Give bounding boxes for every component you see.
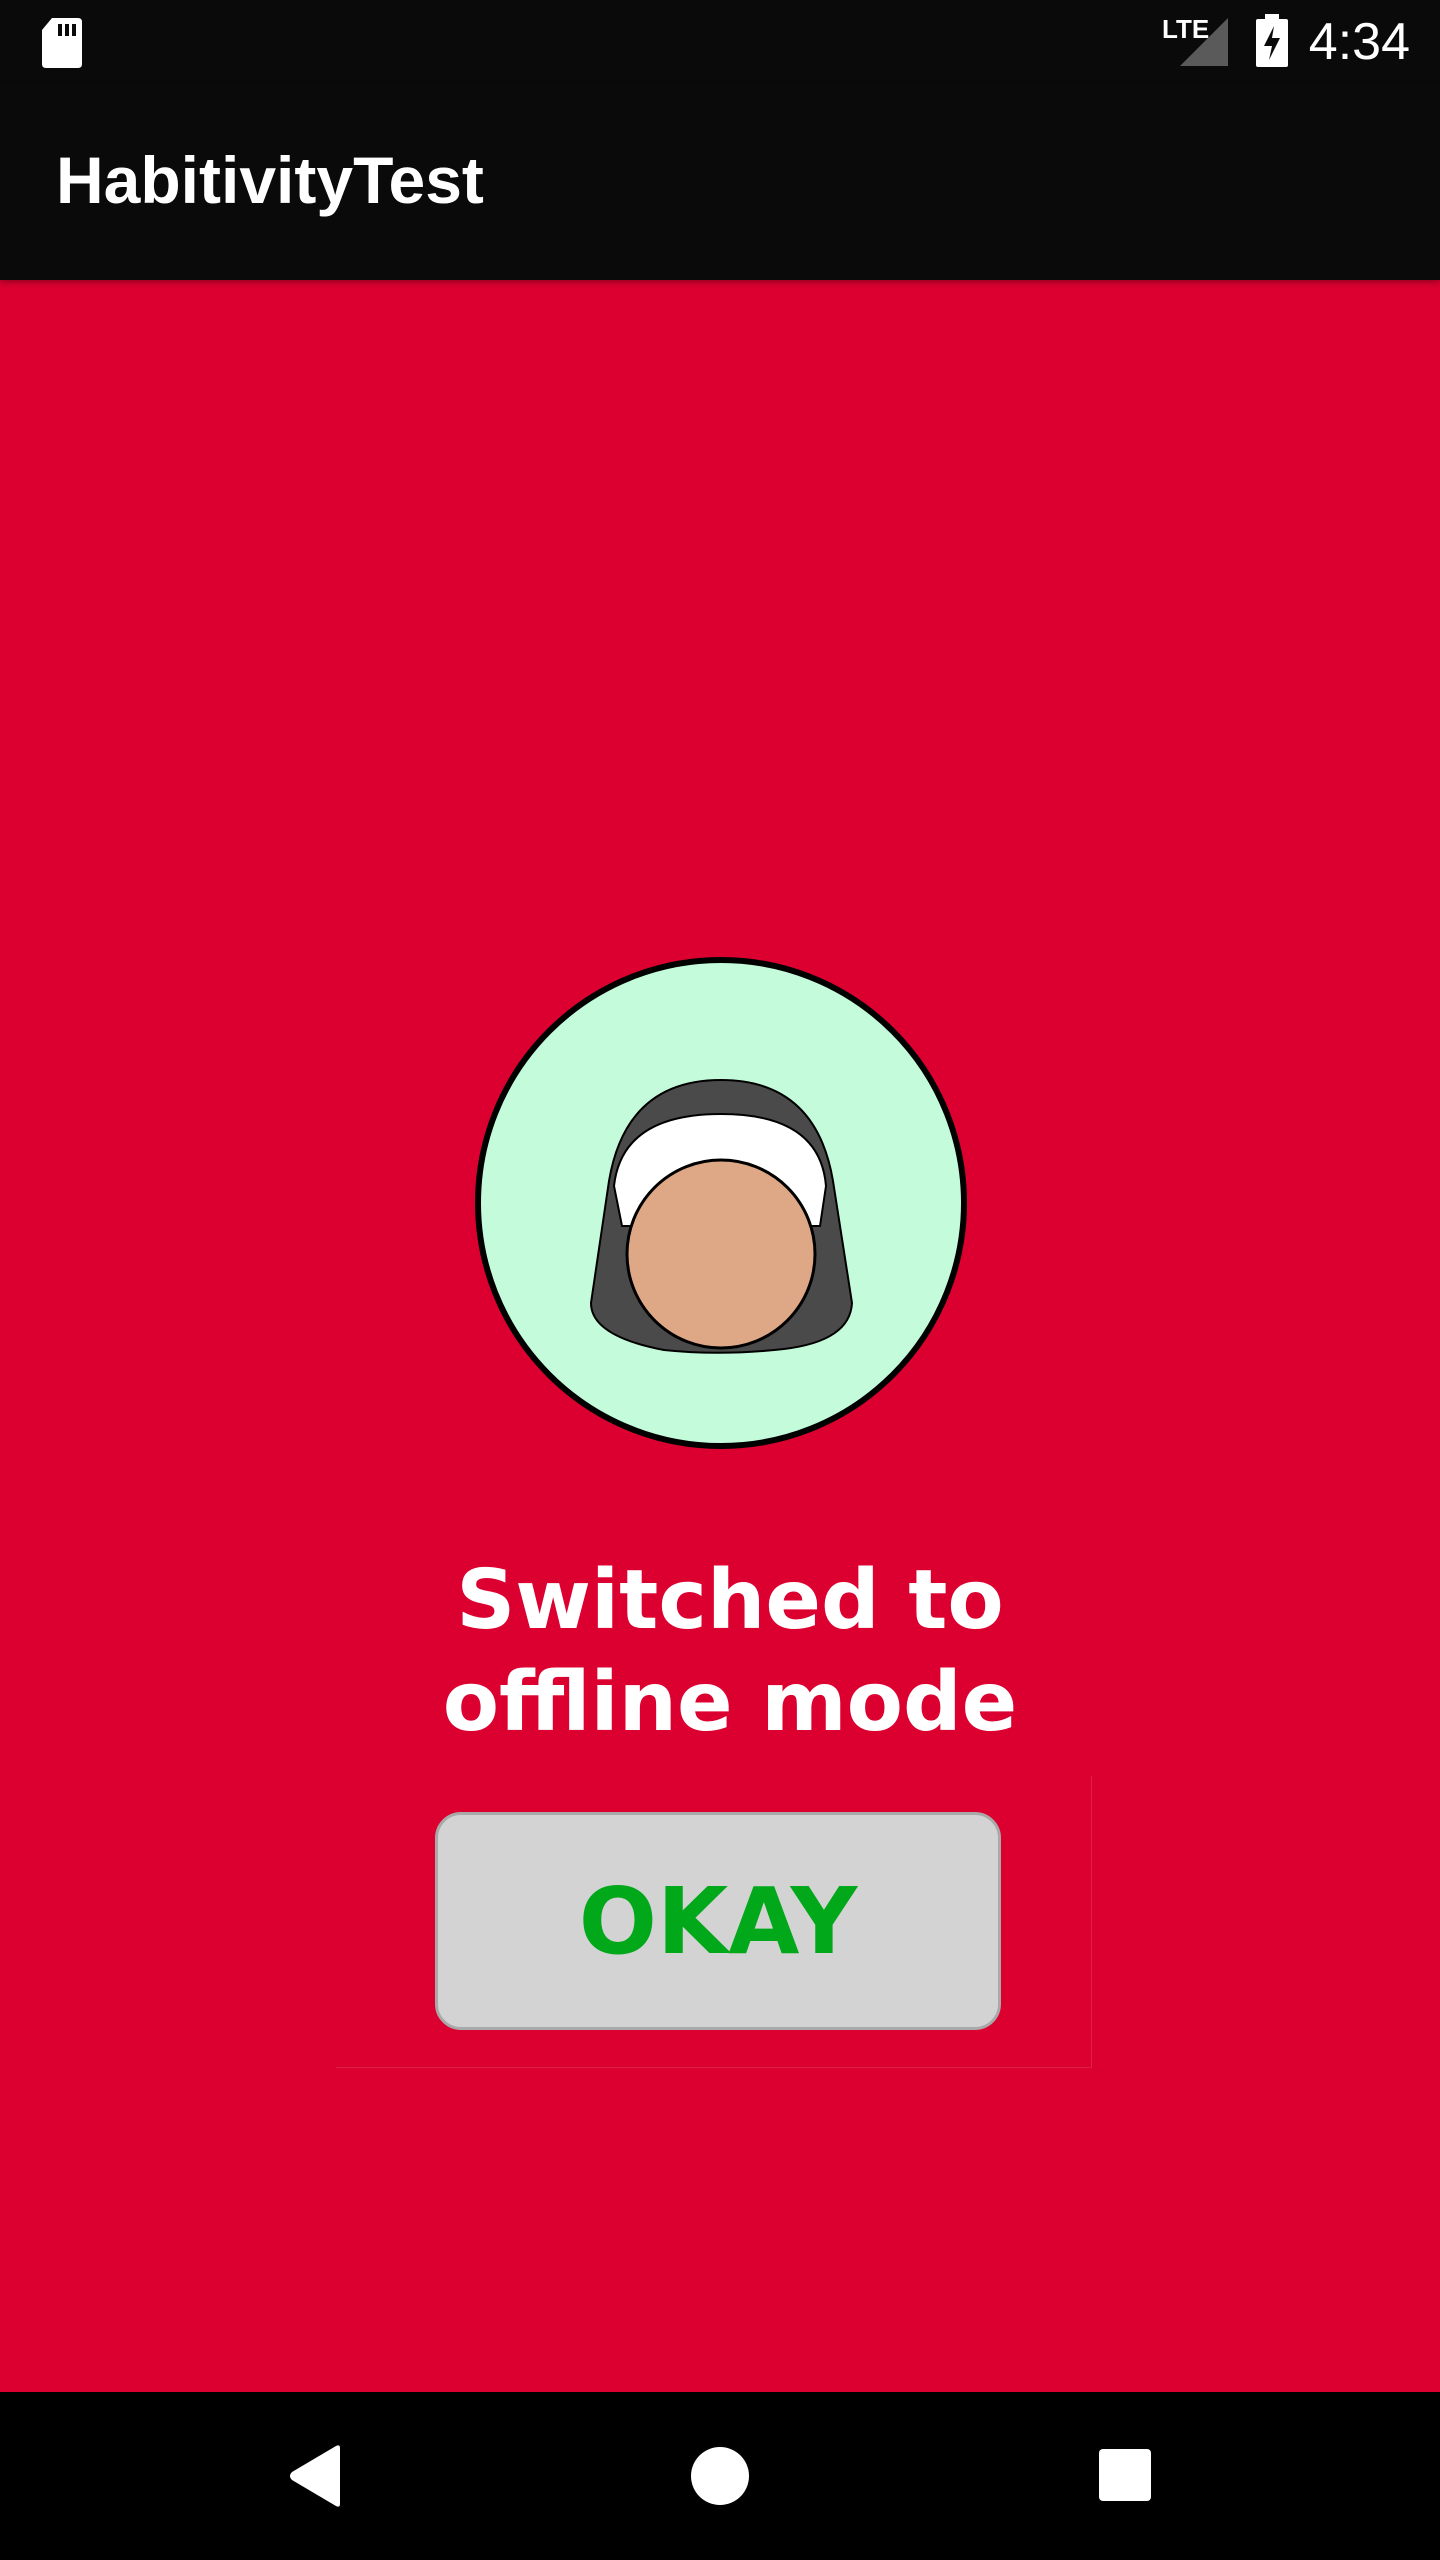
sd-card-icon — [42, 18, 82, 68]
recents-icon[interactable] — [1098, 2448, 1152, 2502]
clock: 4:34 — [1308, 13, 1410, 71]
status-bar: LTE 4:34 — [0, 0, 1440, 84]
app-bar: HabitivityTest — [0, 84, 1440, 280]
offline-mode-message: Switched to offline mode — [442, 1553, 1018, 1750]
okay-button[interactable]: OKAY — [435, 1812, 1001, 2030]
home-icon[interactable] — [690, 2446, 750, 2506]
signal-icon — [1180, 18, 1228, 66]
user-avatar-icon — [475, 957, 967, 1449]
back-icon[interactable] — [288, 2444, 344, 2508]
battery-charging-icon — [1256, 14, 1288, 67]
navigation-bar — [0, 2392, 1440, 2560]
app-title: HabitivityTest — [56, 143, 484, 217]
